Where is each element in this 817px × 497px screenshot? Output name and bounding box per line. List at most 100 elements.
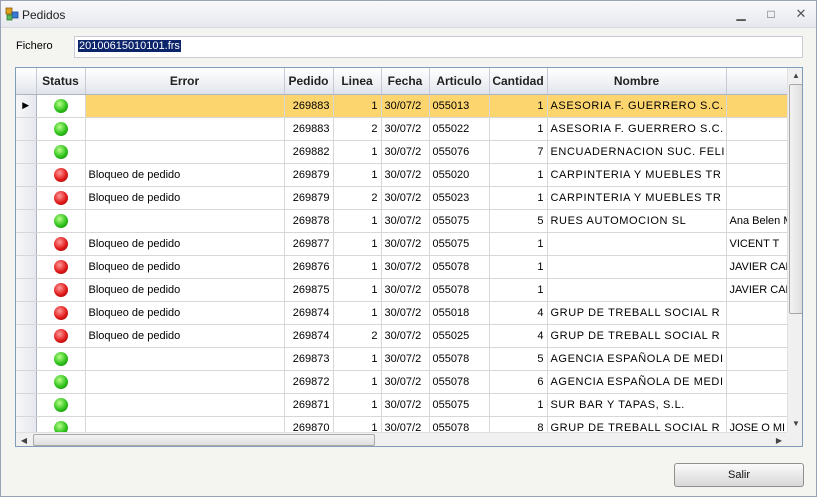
vertical-scrollbar[interactable]: ▲ ▼: [787, 68, 802, 432]
cell-cantidad[interactable]: 1: [489, 94, 548, 118]
row-header[interactable]: [16, 186, 37, 210]
cell-extra[interactable]: [726, 324, 787, 348]
cell-extra[interactable]: Ana Belen M: [726, 209, 787, 233]
cell-nombre[interactable]: ASESORIA F. GUERRERO S.C.: [547, 94, 727, 118]
cell-error[interactable]: [85, 94, 285, 118]
horizontal-scroll-thumb[interactable]: [33, 434, 375, 446]
cell-fecha[interactable]: 30/07/2: [381, 393, 430, 417]
cell-articulo[interactable]: 055025: [429, 324, 490, 348]
close-icon[interactable]: ✕: [791, 6, 811, 22]
cell-cantidad[interactable]: 1: [489, 232, 548, 256]
cell-error[interactable]: Bloqueo de pedido: [85, 278, 285, 302]
column-header-error[interactable]: Error: [85, 68, 285, 95]
cell-cantidad[interactable]: 4: [489, 301, 548, 325]
cell-linea[interactable]: 1: [333, 94, 382, 118]
cell-status[interactable]: [36, 163, 86, 187]
cell-nombre[interactable]: [547, 255, 727, 279]
cell-fecha[interactable]: 30/07/2: [381, 278, 430, 302]
cell-error[interactable]: [85, 140, 285, 164]
cell-status[interactable]: [36, 301, 86, 325]
table-row[interactable]: ▶ 269883 1 30/07/2 055013 1 ASESORIA F. GUERRE…: [16, 94, 787, 118]
cell-articulo[interactable]: 055075: [429, 209, 490, 233]
cell-error[interactable]: Bloqueo de pedido: [85, 301, 285, 325]
cell-cantidad[interactable]: 1: [489, 117, 548, 141]
cell-nombre[interactable]: RUES AUTOMOCION SL: [547, 209, 727, 233]
scroll-left-icon[interactable]: ◀: [16, 433, 32, 446]
cell-status[interactable]: [36, 278, 86, 302]
cell-extra[interactable]: [726, 370, 787, 394]
cell-nombre[interactable]: CARPINTERIA Y MUEBLES TR: [547, 186, 727, 210]
cell-articulo[interactable]: 055075: [429, 393, 490, 417]
maximize-icon[interactable]: □: [761, 6, 781, 22]
cell-linea[interactable]: 1: [333, 347, 382, 371]
table-row[interactable]: 269870 1 30/07/2 055078 8 GRUP DE TREBALL SOC…: [16, 416, 787, 432]
cell-status[interactable]: [36, 94, 86, 118]
cell-pedido[interactable]: 269879: [284, 186, 334, 210]
cell-nombre[interactable]: GRUP DE TREBALL SOCIAL R: [547, 324, 727, 348]
cell-pedido[interactable]: 269874: [284, 324, 334, 348]
cell-extra[interactable]: [726, 94, 787, 118]
cell-articulo[interactable]: 055075: [429, 232, 490, 256]
cell-extra[interactable]: JAVIER CAN: [726, 278, 787, 302]
cell-error[interactable]: Bloqueo de pedido: [85, 232, 285, 256]
cell-status[interactable]: [36, 416, 86, 432]
column-header-pedido[interactable]: Pedido: [284, 68, 334, 95]
column-header-linea[interactable]: Linea: [333, 68, 382, 95]
row-header[interactable]: [16, 163, 37, 187]
cell-articulo[interactable]: 055023: [429, 186, 490, 210]
table-row[interactable]: 269873 1 30/07/2 055078 5 AGENCIA ESPAÑOLA DE…: [16, 347, 787, 371]
cell-pedido[interactable]: 269879: [284, 163, 334, 187]
cell-pedido[interactable]: 269882: [284, 140, 334, 164]
row-header[interactable]: ▶: [16, 94, 37, 118]
table-row[interactable]: 269883 2 30/07/2 055022 1 ASESORIA F. GUERRER…: [16, 117, 787, 141]
scroll-up-icon[interactable]: ▲: [788, 68, 802, 84]
cell-cantidad[interactable]: 4: [489, 324, 548, 348]
cell-cantidad[interactable]: 6: [489, 370, 548, 394]
column-header-nombre[interactable]: Nombre: [547, 68, 727, 95]
row-header[interactable]: [16, 232, 37, 256]
cell-status[interactable]: [36, 232, 86, 256]
row-header[interactable]: [16, 140, 37, 164]
cell-fecha[interactable]: 30/07/2: [381, 163, 430, 187]
cell-cantidad[interactable]: 5: [489, 209, 548, 233]
cell-extra[interactable]: [726, 117, 787, 141]
cell-articulo[interactable]: 055078: [429, 416, 490, 432]
cell-pedido[interactable]: 269873: [284, 347, 334, 371]
table-row[interactable]: 269882 1 30/07/2 055076 7 ENCUADERNACION SUC.…: [16, 140, 787, 164]
cell-fecha[interactable]: 30/07/2: [381, 209, 430, 233]
cell-linea[interactable]: 1: [333, 209, 382, 233]
cell-error[interactable]: Bloqueo de pedido: [85, 255, 285, 279]
cell-error[interactable]: [85, 209, 285, 233]
cell-status[interactable]: [36, 370, 86, 394]
cell-articulo[interactable]: 055078: [429, 347, 490, 371]
cell-fecha[interactable]: 30/07/2: [381, 347, 430, 371]
cell-linea[interactable]: 1: [333, 232, 382, 256]
row-header[interactable]: [16, 209, 37, 233]
table-row[interactable]: Bloqueo de pedido 269876 1 30/07/2 055078 1 JA…: [16, 255, 787, 279]
cell-cantidad[interactable]: 8: [489, 416, 548, 432]
cell-cantidad[interactable]: 1: [489, 186, 548, 210]
cell-articulo[interactable]: 055020: [429, 163, 490, 187]
cell-linea[interactable]: 2: [333, 117, 382, 141]
cell-error[interactable]: [85, 117, 285, 141]
cell-extra[interactable]: [726, 186, 787, 210]
column-header-fecha[interactable]: Fecha: [381, 68, 430, 95]
row-header[interactable]: [16, 416, 37, 432]
cell-nombre[interactable]: GRUP DE TREBALL SOCIAL R: [547, 416, 727, 432]
cell-extra[interactable]: [726, 393, 787, 417]
cell-status[interactable]: [36, 117, 86, 141]
horizontal-scrollbar[interactable]: ◀ ▶: [16, 432, 787, 446]
table-row[interactable]: Bloqueo de pedido 269875 1 30/07/2 055078 1 JA…: [16, 278, 787, 302]
cell-fecha[interactable]: 30/07/2: [381, 140, 430, 164]
salir-button[interactable]: Salir: [674, 463, 804, 487]
row-header[interactable]: [16, 347, 37, 371]
cell-status[interactable]: [36, 347, 86, 371]
cell-cantidad[interactable]: 7: [489, 140, 548, 164]
cell-linea[interactable]: 1: [333, 416, 382, 432]
cell-fecha[interactable]: 30/07/2: [381, 117, 430, 141]
cell-cantidad[interactable]: 1: [489, 393, 548, 417]
cell-cantidad[interactable]: 1: [489, 255, 548, 279]
cell-nombre[interactable]: [547, 278, 727, 302]
cell-fecha[interactable]: 30/07/2: [381, 255, 430, 279]
cell-fecha[interactable]: 30/07/2: [381, 186, 430, 210]
